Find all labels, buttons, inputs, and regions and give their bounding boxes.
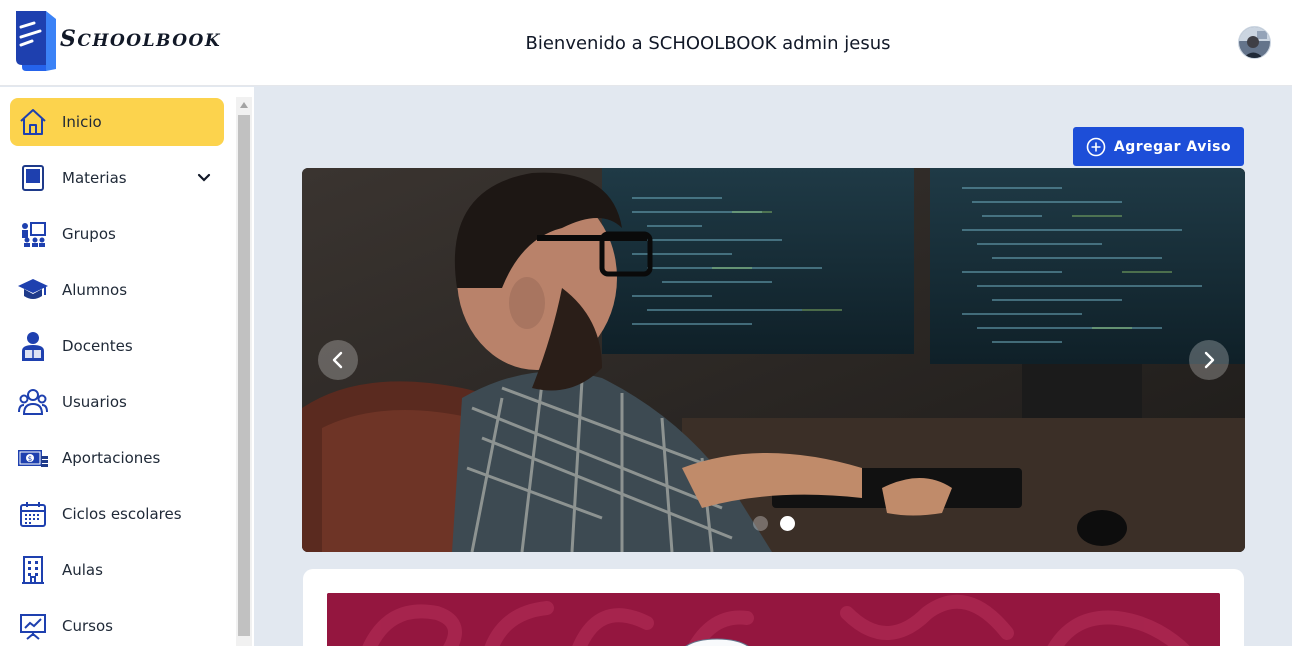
money-icon: $ [17,442,49,474]
sidebar-item-label: Alumnos [62,281,128,299]
sidebar-item-label: Grupos [62,225,116,243]
notice-card [303,569,1244,646]
sidebar-item-ciclos-escolares[interactable]: Ciclos escolares [10,490,224,538]
graduation-cap-icon [17,274,49,306]
users-icon [17,386,49,418]
notice-banner-image [327,593,1220,646]
carousel-slide-image [302,168,1245,552]
sidebar-item-label: Inicio [62,113,102,131]
add-notice-label: Agregar Aviso [1113,138,1232,155]
add-notice-button[interactable]: Agregar Aviso [1073,127,1244,166]
sidebar-scrollbar[interactable] [236,97,252,646]
user-avatar[interactable] [1238,26,1271,59]
sidebar-item-grupos[interactable]: Grupos [10,210,224,258]
building-icon [17,554,49,586]
sidebar-item-label: Docentes [62,337,133,355]
carousel-next-button[interactable] [1189,340,1229,380]
top-header: SCHOOLBOOK Bienvenido a SCHOOLBOOK admin… [0,0,1292,86]
sidebar-item-inicio[interactable]: Inicio [10,98,224,146]
chevron-left-icon [332,351,343,369]
sidebar-item-label: Cursos [62,617,113,635]
calendar-icon [17,498,49,530]
welcome-message: Bienvenido a SCHOOLBOOK admin jesus [525,33,891,54]
plus-circle-icon [1086,137,1106,157]
teacher-icon [17,330,49,362]
sidebar-item-label: Materias [62,169,127,187]
book-icon [17,162,49,194]
sidebar-item-label: Ciclos escolares [62,505,182,523]
sidebar-item-aportaciones[interactable]: $ Aportaciones [10,434,224,482]
svg-text:$: $ [28,455,32,463]
sidebar: Inicio Materias Grupos Alumnos Docentes … [0,87,254,646]
carousel-dot-1[interactable] [753,516,768,531]
sidebar-item-cursos[interactable]: Cursos [10,602,224,646]
presentation-chart-icon [17,610,49,642]
classroom-icon [17,218,49,250]
carousel-dot-2[interactable] [780,516,795,531]
sidebar-item-alumnos[interactable]: Alumnos [10,266,224,314]
chevron-right-icon [1204,351,1215,369]
sidebar-item-aulas[interactable]: Aulas [10,546,224,594]
sidebar-item-usuarios[interactable]: Usuarios [10,378,224,426]
sidebar-item-materias[interactable]: Materias [10,154,224,202]
scroll-up-arrow-icon[interactable] [236,97,252,113]
carousel-prev-button[interactable] [318,340,358,380]
image-carousel [302,168,1245,552]
scrollbar-thumb[interactable] [238,115,250,636]
sidebar-item-label: Aportaciones [62,449,161,467]
sidebar-item-docentes[interactable]: Docentes [10,322,224,370]
home-icon [17,106,49,138]
chevron-down-icon[interactable] [196,170,212,186]
sidebar-item-label: Usuarios [62,393,127,411]
sidebar-item-label: Aulas [62,561,103,579]
